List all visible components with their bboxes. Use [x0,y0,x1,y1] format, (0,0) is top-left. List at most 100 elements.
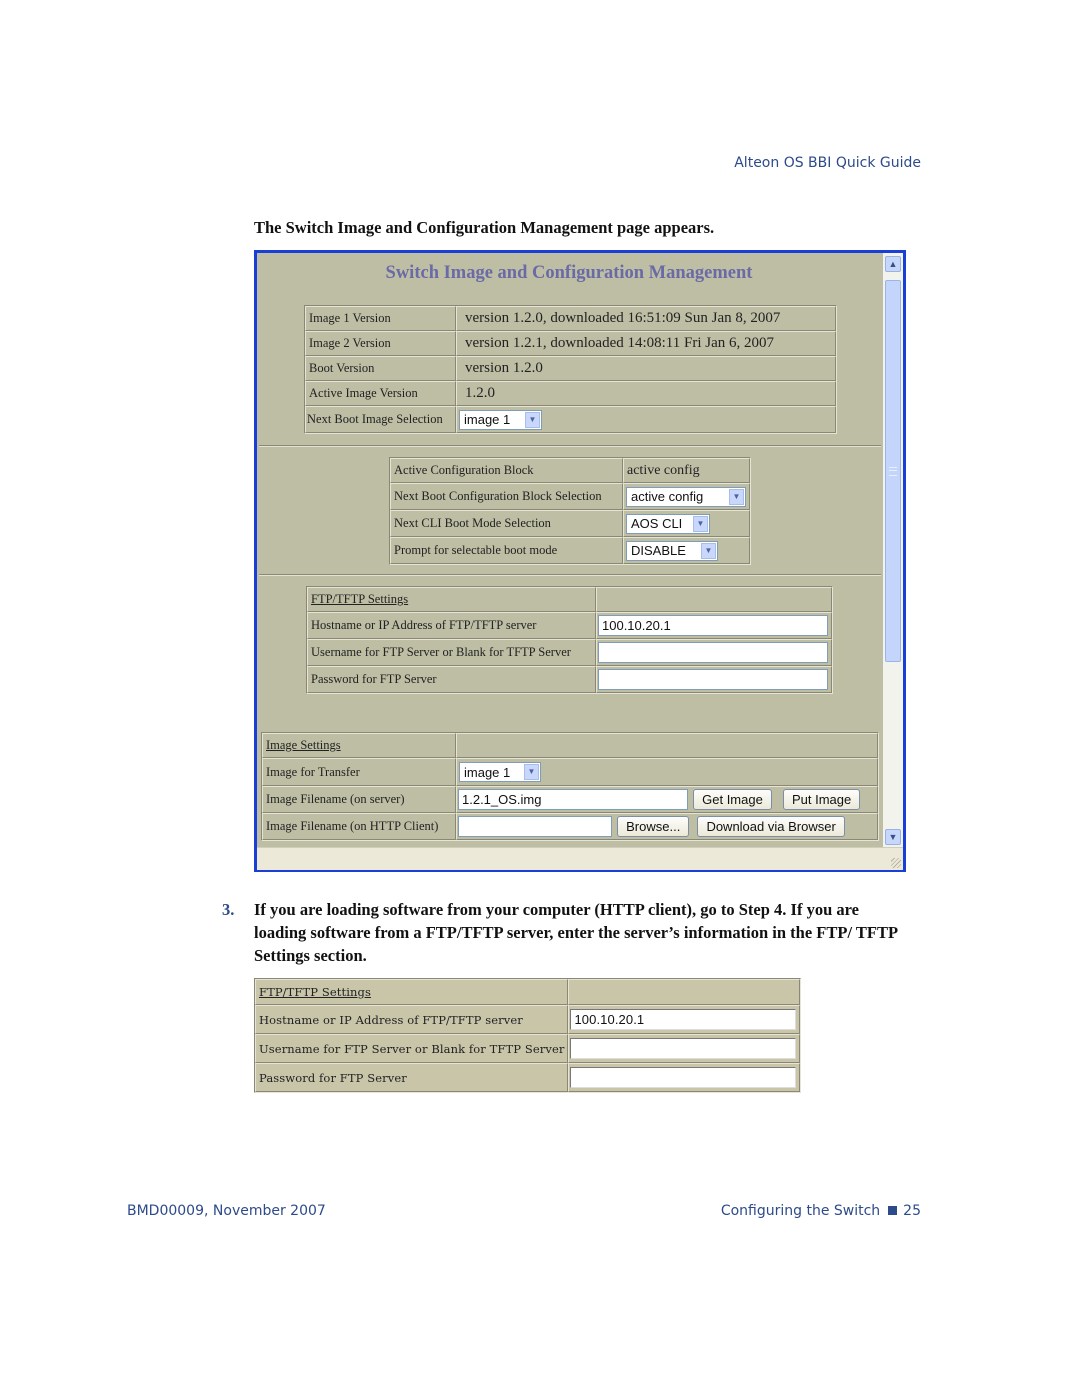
active-image-version-value: 1.2.0 [456,381,836,406]
grip-icon [889,467,897,476]
table-row: Active Image Version 1.2.0 [305,381,836,406]
ftp-password-label: Password for FTP Server [307,666,596,693]
next-cli-boot-mode-label: Next CLI Boot Mode Selection [390,510,623,537]
table-row: Username for FTP Server or Blank for TFT… [307,639,832,666]
next-boot-image-label: Next Boot Image Selection [305,406,456,433]
scroll-down-icon[interactable]: ▼ [885,829,901,845]
inset-host-input[interactable]: 100.10.20.1 [570,1009,797,1030]
table-row: Image Filename (on HTTP Client) Browse..… [262,813,878,840]
next-boot-image-value: image 1 [464,412,511,427]
image1-version-value: version 1.2.0, downloaded 16:51:09 Sun J… [456,306,836,331]
ftp-username-input[interactable] [598,642,828,663]
section-divider [259,574,881,576]
active-image-version-label: Active Image Version [305,381,456,406]
table-row: Username for FTP Server or Blank for TFT… [255,1034,801,1063]
table-row: Hostname or IP Address of FTP/TFTP serve… [307,612,832,639]
image-for-transfer-label: Image for Transfer [262,758,456,786]
table-row: FTP/TFTP Settings [255,979,801,1005]
server-filename-label: Image Filename (on server) [262,786,456,813]
guide-title: Alteon OS BBI Quick Guide [734,155,921,171]
table-row: Active Configuration Block active config [390,458,750,483]
ftp-settings-header[interactable]: FTP/TFTP Settings [311,592,408,606]
active-config-block-value: active config [623,458,750,483]
table-row: Password for FTP Server [255,1063,801,1092]
boot-version-value: version 1.2.0 [456,356,836,381]
table-row: Next Boot Configuration Block Selection … [390,483,750,510]
table-row: Prompt for selectable boot mode DISABLE … [390,537,750,564]
config-block-table: Active Configuration Block active config… [389,457,751,565]
chevron-down-icon[interactable]: ▼ [525,411,540,428]
chevron-down-icon[interactable]: ▼ [524,764,539,780]
table-row: Image Filename (on server) 1.2.1_OS.img … [262,786,878,813]
table-row: Next CLI Boot Mode Selection AOS CLI ▼ [390,510,750,537]
next-cli-boot-mode-select[interactable]: AOS CLI ▼ [626,513,710,534]
image-settings-table: Image Settings Image for Transfer image … [261,732,879,841]
chevron-down-icon[interactable]: ▼ [701,542,716,559]
prompt-boot-mode-select[interactable]: DISABLE ▼ [626,540,718,561]
chevron-down-icon[interactable]: ▼ [693,515,708,532]
boot-version-label: Boot Version [305,356,456,381]
step-text: If you are loading software from your co… [254,900,898,965]
table-row: Image 2 Version version 1.2.1, downloade… [305,331,836,356]
image2-version-value: version 1.2.1, downloaded 14:08:11 Fri J… [456,331,836,356]
image-for-transfer-value: image 1 [464,764,511,780]
ftp-host-input[interactable]: 100.10.20.1 [598,615,828,636]
put-image-button[interactable]: Put Image [782,789,861,810]
get-image-button[interactable]: Get Image [693,789,772,810]
prompt-boot-mode-value: DISABLE [631,543,686,558]
vertical-scrollbar[interactable]: ▲ ▼ [883,253,903,847]
footer-doc-id: BMD00009, November 2007 [127,1203,326,1219]
square-bullet-icon [888,1206,898,1215]
section-divider [259,445,881,447]
table-row: Image for Transfer image 1 ▼ [262,758,878,786]
prompt-boot-mode-label: Prompt for selectable boot mode [390,537,623,564]
ftp-username-label: Username for FTP Server or Blank for TFT… [307,639,596,666]
next-boot-config-select[interactable]: active config ▼ [626,486,746,507]
inset-username-label: Username for FTP Server or Blank for TFT… [255,1034,569,1063]
inset-ftp-header[interactable]: FTP/TFTP Settings [259,985,371,999]
next-boot-config-value: active config [631,489,704,504]
browser-viewport: Switch Image and Configuration Managemen… [257,253,881,847]
page-title: Switch Image and Configuration Managemen… [385,263,753,283]
image-settings-header[interactable]: Image Settings [266,738,341,752]
image2-version-label: Image 2 Version [305,331,456,356]
step-number: 3. [222,900,235,919]
table-row: Next Boot Image Selection image 1 ▼ [305,406,836,433]
next-cli-boot-mode-value: AOS CLI [631,516,683,531]
table-row: Boot Version version 1.2.0 [305,356,836,381]
ftp-host-label: Hostname or IP Address of FTP/TFTP serve… [307,612,596,639]
inset-password-label: Password for FTP Server [255,1063,569,1092]
inset-ftp-table: FTP/TFTP Settings Hostname or IP Address… [254,978,802,1093]
inset-host-label: Hostname or IP Address of FTP/TFTP serve… [255,1005,569,1034]
server-filename-input[interactable]: 1.2.1_OS.img [458,789,688,810]
resize-grip-icon[interactable] [891,858,901,868]
chevron-down-icon[interactable]: ▼ [729,488,744,505]
page-number: 25 [903,1203,921,1219]
browser-window: Switch Image and Configuration Managemen… [254,250,906,872]
table-row: Password for FTP Server [307,666,832,693]
image1-version-label: Image 1 Version [305,306,456,331]
client-filename-input[interactable] [458,816,612,837]
footer-section: Configuring the Switch 25 [700,1203,921,1219]
download-via-browser-button[interactable]: Download via Browser [697,816,845,837]
table-row: Hostname or IP Address of FTP/TFTP serve… [255,1005,801,1034]
active-config-block-label: Active Configuration Block [390,458,623,483]
image-version-table: Image 1 Version version 1.2.0, downloade… [304,305,837,434]
image-for-transfer-select[interactable]: image 1 ▼ [459,762,541,782]
table-row: Image 1 Version version 1.2.0, downloade… [305,306,836,331]
browse-button[interactable]: Browse... [617,816,690,837]
inset-password-input[interactable] [570,1067,797,1088]
next-boot-config-label: Next Boot Configuration Block Selection [390,483,623,510]
scrollbar-thumb[interactable] [885,280,901,662]
browser-status-bar [257,847,903,870]
client-filename-label: Image Filename (on HTTP Client) [262,813,456,840]
ftp-password-input[interactable] [598,669,828,690]
next-boot-image-select[interactable]: image 1 ▼ [459,409,542,430]
ftp-settings-table: FTP/TFTP Settings Hostname or IP Address… [306,586,833,694]
inset-username-input[interactable] [570,1038,797,1059]
table-row: Image Settings [262,733,878,758]
ftp-settings-inset: FTP/TFTP Settings Hostname or IP Address… [254,978,802,1093]
footer-section-title: Configuring the Switch [720,1203,881,1219]
table-row: FTP/TFTP Settings [307,587,832,612]
scroll-up-icon[interactable]: ▲ [885,256,901,272]
